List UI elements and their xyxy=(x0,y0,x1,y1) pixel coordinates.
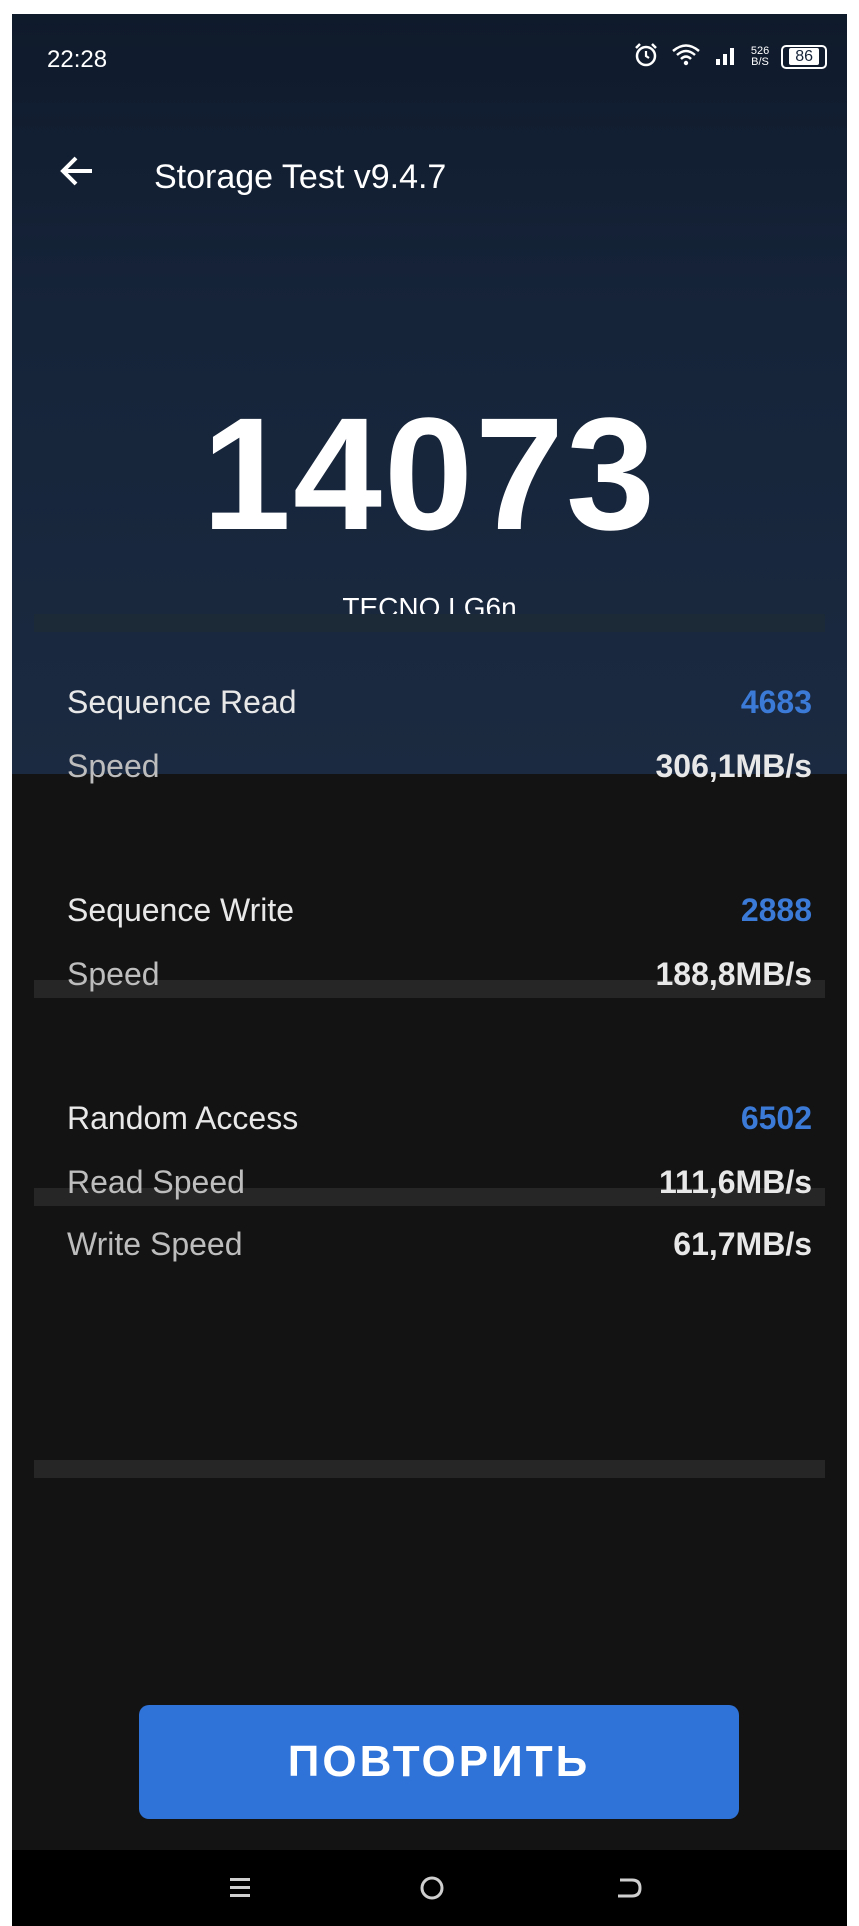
status-icons: 526 B/S 86 xyxy=(633,42,827,72)
section-score: 4683 xyxy=(740,684,812,720)
menu-icon[interactable] xyxy=(218,1868,262,1908)
metric-label: Read Speed xyxy=(67,1164,245,1200)
status-bar: 22:28 526 B/S 86 xyxy=(12,14,847,94)
phone-screen: 22:28 526 B/S 86 Storage Test v9.4.7 140… xyxy=(12,14,847,1926)
sequence-write-section: Sequence Write 2888 Speed 188,8MB/s xyxy=(12,864,847,1044)
total-score: 14073 xyxy=(202,384,657,563)
sequence-read-section: Sequence Read 4683 Speed 306,1MB/s xyxy=(12,656,847,836)
wifi-icon xyxy=(671,42,701,72)
metric-value: 306,1MB/s xyxy=(655,748,812,784)
metric-value: 61,7MB/s xyxy=(673,1226,812,1262)
network-speed: 526 B/S xyxy=(751,46,769,68)
section-title: Sequence Write xyxy=(67,892,295,928)
repeat-button[interactable]: ПОВТОРИТЬ xyxy=(139,1705,739,1819)
random-write-speed-row: Write Speed 61,7MB/s xyxy=(67,1226,812,1270)
battery-icon: 86 xyxy=(781,45,827,69)
signal-icon xyxy=(713,42,739,72)
network-speed-unit: B/S xyxy=(751,56,769,68)
sequence-read-speed-row: Speed 306,1MB/s xyxy=(67,748,812,792)
alarm-icon xyxy=(633,42,659,72)
metric-value: 188,8MB/s xyxy=(655,956,812,992)
random-read-speed-row: Read Speed 111,6MB/s xyxy=(67,1164,812,1208)
sequence-write-speed-row: Speed 188,8MB/s xyxy=(67,956,812,1000)
back-arrow-icon[interactable] xyxy=(56,149,100,193)
home-icon[interactable] xyxy=(410,1868,454,1908)
page-title: Storage Test v9.4.7 xyxy=(154,158,447,196)
section-title: Random Access xyxy=(67,1100,299,1136)
random-access-section: Random Access 6502 Read Speed 111,6MB/s … xyxy=(12,1072,847,1312)
section-title: Sequence Read xyxy=(67,684,297,720)
system-nav-bar xyxy=(12,1850,847,1926)
status-time: 22:28 xyxy=(47,46,108,73)
random-access-header: Random Access 6502 xyxy=(67,1100,812,1144)
metric-label: Speed xyxy=(67,956,160,992)
metric-label: Speed xyxy=(67,748,160,784)
section-divider xyxy=(34,1460,825,1478)
section-score: 6502 xyxy=(740,1100,812,1136)
section-divider xyxy=(34,614,825,632)
metric-label: Write Speed xyxy=(67,1226,243,1262)
sequence-read-header: Sequence Read 4683 xyxy=(67,684,812,728)
battery-level: 86 xyxy=(789,48,819,65)
metric-value: 111,6MB/s xyxy=(659,1164,812,1200)
sequence-write-header: Sequence Write 2888 xyxy=(67,892,812,936)
section-score: 2888 xyxy=(740,892,812,928)
back-icon[interactable] xyxy=(606,1868,650,1908)
